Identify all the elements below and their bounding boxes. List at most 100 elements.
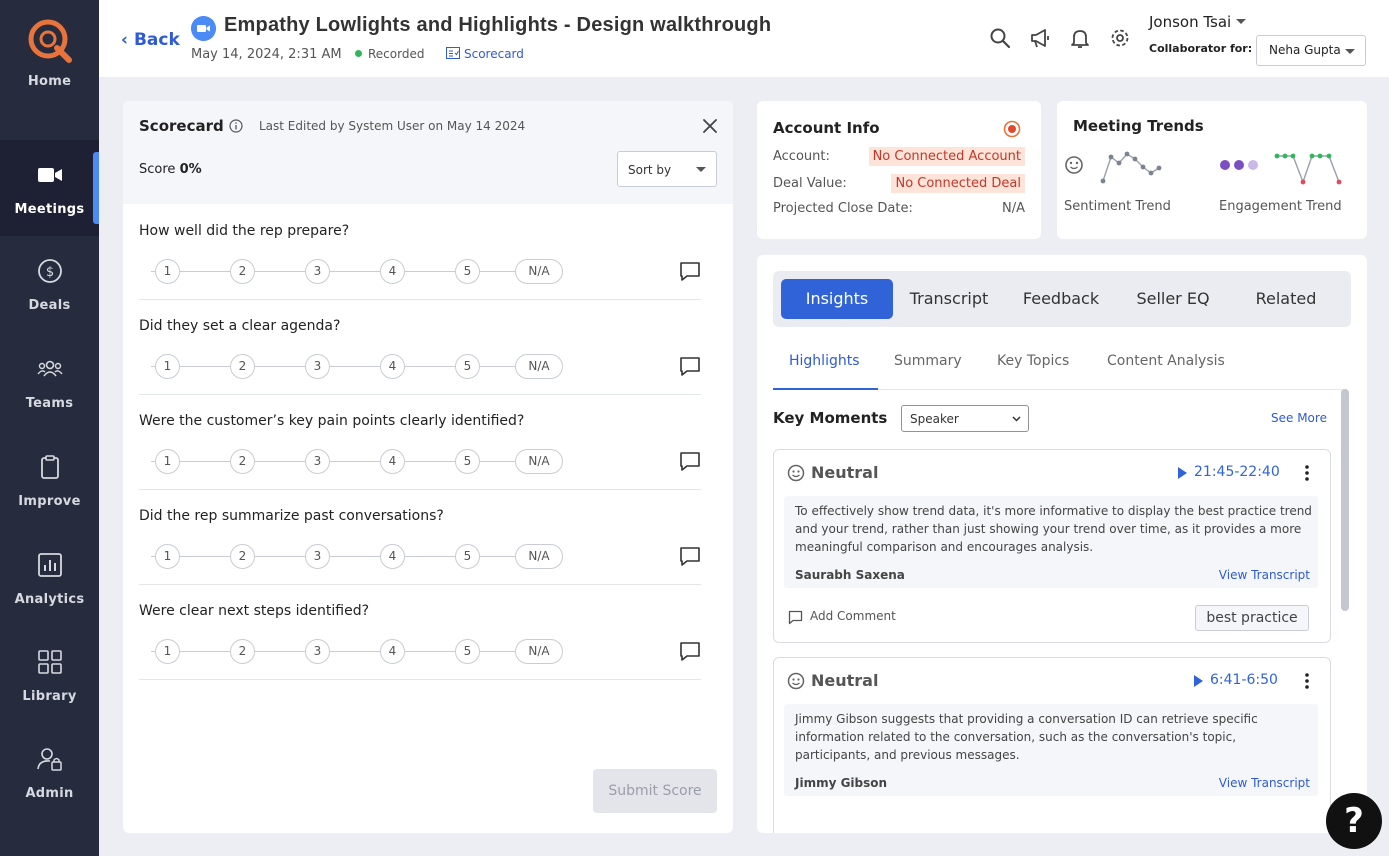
subtab-highlights[interactable]: Highlights [789, 353, 860, 369]
tab-insights[interactable]: Insights [781, 279, 893, 319]
sidebar-item-teams[interactable]: Teams [0, 334, 99, 430]
rating-option-4[interactable]: 4 [380, 354, 405, 379]
sidebar-item-library[interactable]: Library [0, 627, 99, 723]
rating-option-3[interactable]: 3 [305, 544, 330, 569]
rating-option-1[interactable]: 1 [155, 354, 180, 379]
sidebar-item-admin[interactable]: Admin [0, 724, 99, 820]
sidebar-item-improve[interactable]: Improve [0, 432, 99, 528]
play-icon[interactable] [1178, 467, 1187, 479]
rating-option-4[interactable]: 4 [380, 449, 405, 474]
rating-option-na[interactable]: N/A [515, 639, 563, 664]
back-button[interactable]: ‹ Back [121, 30, 180, 50]
moment-speaker: Jimmy Gibson [795, 776, 888, 790]
submit-score-button[interactable]: Submit Score [593, 769, 717, 813]
sidebar-item-label: Improve [18, 494, 81, 509]
help-button[interactable]: ? [1326, 793, 1382, 849]
more-vertical-icon[interactable] [1304, 464, 1310, 482]
tab-feedback[interactable]: Feedback [1005, 279, 1117, 319]
sidebar-item-label: Analytics [14, 592, 85, 607]
rating-option-4[interactable]: 4 [380, 259, 405, 284]
key-moments-title: Key Moments [773, 409, 888, 427]
subtab-key-topics[interactable]: Key Topics [997, 353, 1069, 369]
tab-seller-eq[interactable]: Seller EQ [1117, 279, 1229, 319]
moment-tag[interactable]: best practice [1195, 605, 1309, 631]
sort-by-select[interactable]: Sort by [617, 151, 717, 187]
tab-related[interactable]: Related [1229, 279, 1343, 319]
comment-icon[interactable] [679, 545, 701, 567]
rating-option-3[interactable]: 3 [305, 449, 330, 474]
comment-icon[interactable] [788, 610, 803, 625]
view-transcript-link[interactable]: View Transcript [1219, 776, 1310, 790]
moment-sentiment: Neutral [811, 671, 879, 690]
rating-option-1[interactable]: 1 [155, 259, 180, 284]
rating-option-5[interactable]: 5 [455, 544, 480, 569]
moment-speaker: Saurabh Saxena [795, 568, 905, 582]
sidebar-item-meetings[interactable]: Meetings [0, 140, 99, 236]
rating-option-5[interactable]: 5 [455, 639, 480, 664]
rating-option-na[interactable]: N/A [515, 354, 563, 379]
question-text: Were clear next steps identified? [139, 603, 370, 619]
search-icon[interactable] [989, 27, 1011, 49]
chevron-left-icon: ‹ [121, 30, 134, 50]
comment-icon[interactable] [679, 355, 701, 377]
scorecard-panel: Scorecard Last Edited by System User on … [123, 101, 733, 833]
sentiment-trend-sparkline[interactable] [1063, 151, 1183, 191]
subtab-summary[interactable]: Summary [894, 353, 962, 369]
comment-icon[interactable] [679, 260, 701, 282]
score-display: Score 0% [139, 162, 202, 177]
caret-down-icon [1345, 49, 1355, 54]
sidebar-item-deals[interactable]: $ Deals [0, 236, 99, 332]
gear-icon[interactable] [1109, 27, 1131, 49]
tab-transcript[interactable]: Transcript [893, 279, 1005, 319]
moment-time[interactable]: 21:45-22:40 [1194, 464, 1280, 480]
bell-icon[interactable] [1069, 27, 1091, 49]
rating-option-4[interactable]: 4 [380, 544, 405, 569]
rating-option-5[interactable]: 5 [455, 354, 480, 379]
moment-time[interactable]: 6:41-6:50 [1210, 672, 1278, 688]
sidebar-item-label: Library [22, 689, 77, 704]
rating-option-2[interactable]: 2 [230, 354, 255, 379]
key-moment-card: Neutral 21:45-22:40 To effectively show … [773, 449, 1331, 643]
grid-icon [38, 650, 62, 674]
rating-option-3[interactable]: 3 [305, 259, 330, 284]
rating-option-1[interactable]: 1 [155, 639, 180, 664]
rating-option-3[interactable]: 3 [305, 639, 330, 664]
rating-option-5[interactable]: 5 [455, 259, 480, 284]
info-icon[interactable] [229, 119, 243, 133]
account-info-card: Account Info Account: No Connected Accou… [757, 101, 1041, 239]
clipboard-icon [41, 455, 59, 479]
rating-option-2[interactable]: 2 [230, 639, 255, 664]
rating-option-na[interactable]: N/A [515, 449, 563, 474]
megaphone-icon[interactable] [1029, 27, 1051, 49]
sidebar-item-analytics[interactable]: Analytics [0, 530, 99, 626]
comment-icon[interactable] [679, 450, 701, 472]
rating-option-1[interactable]: 1 [155, 449, 180, 474]
rating-option-4[interactable]: 4 [380, 639, 405, 664]
speaker-select[interactable]: Speaker [901, 405, 1029, 432]
user-menu[interactable]: Jonson Tsai [1149, 13, 1247, 31]
rating-option-2[interactable]: 2 [230, 544, 255, 569]
comment-icon[interactable] [679, 640, 701, 662]
home-nav[interactable]: Home [0, 0, 99, 140]
rating-option-1[interactable]: 1 [155, 544, 180, 569]
rating-option-3[interactable]: 3 [305, 354, 330, 379]
add-comment-button[interactable]: Add Comment [810, 609, 896, 623]
rating-option-5[interactable]: 5 [455, 449, 480, 474]
back-label: Back [133, 30, 180, 50]
more-vertical-icon[interactable] [1304, 672, 1310, 690]
rating-option-2[interactable]: 2 [230, 449, 255, 474]
record-icon[interactable] [1003, 120, 1021, 138]
rating-option-na[interactable]: N/A [515, 259, 563, 284]
scorecard-link[interactable]: Scorecard [446, 47, 524, 61]
play-icon[interactable] [1194, 675, 1203, 687]
close-icon[interactable] [701, 117, 719, 135]
rating-option-2[interactable]: 2 [230, 259, 255, 284]
subtab-content-analysis[interactable]: Content Analysis [1107, 353, 1225, 369]
scrollbar[interactable] [1341, 389, 1349, 611]
view-transcript-link[interactable]: View Transcript [1219, 568, 1310, 582]
collaborator-select[interactable]: Neha Gupta [1256, 35, 1366, 66]
engagement-trend-sparkline[interactable] [1217, 149, 1347, 191]
see-more-link[interactable]: See More [1271, 411, 1327, 425]
rating-option-na[interactable]: N/A [515, 544, 563, 569]
engagement-trend-line [1277, 155, 1340, 185]
